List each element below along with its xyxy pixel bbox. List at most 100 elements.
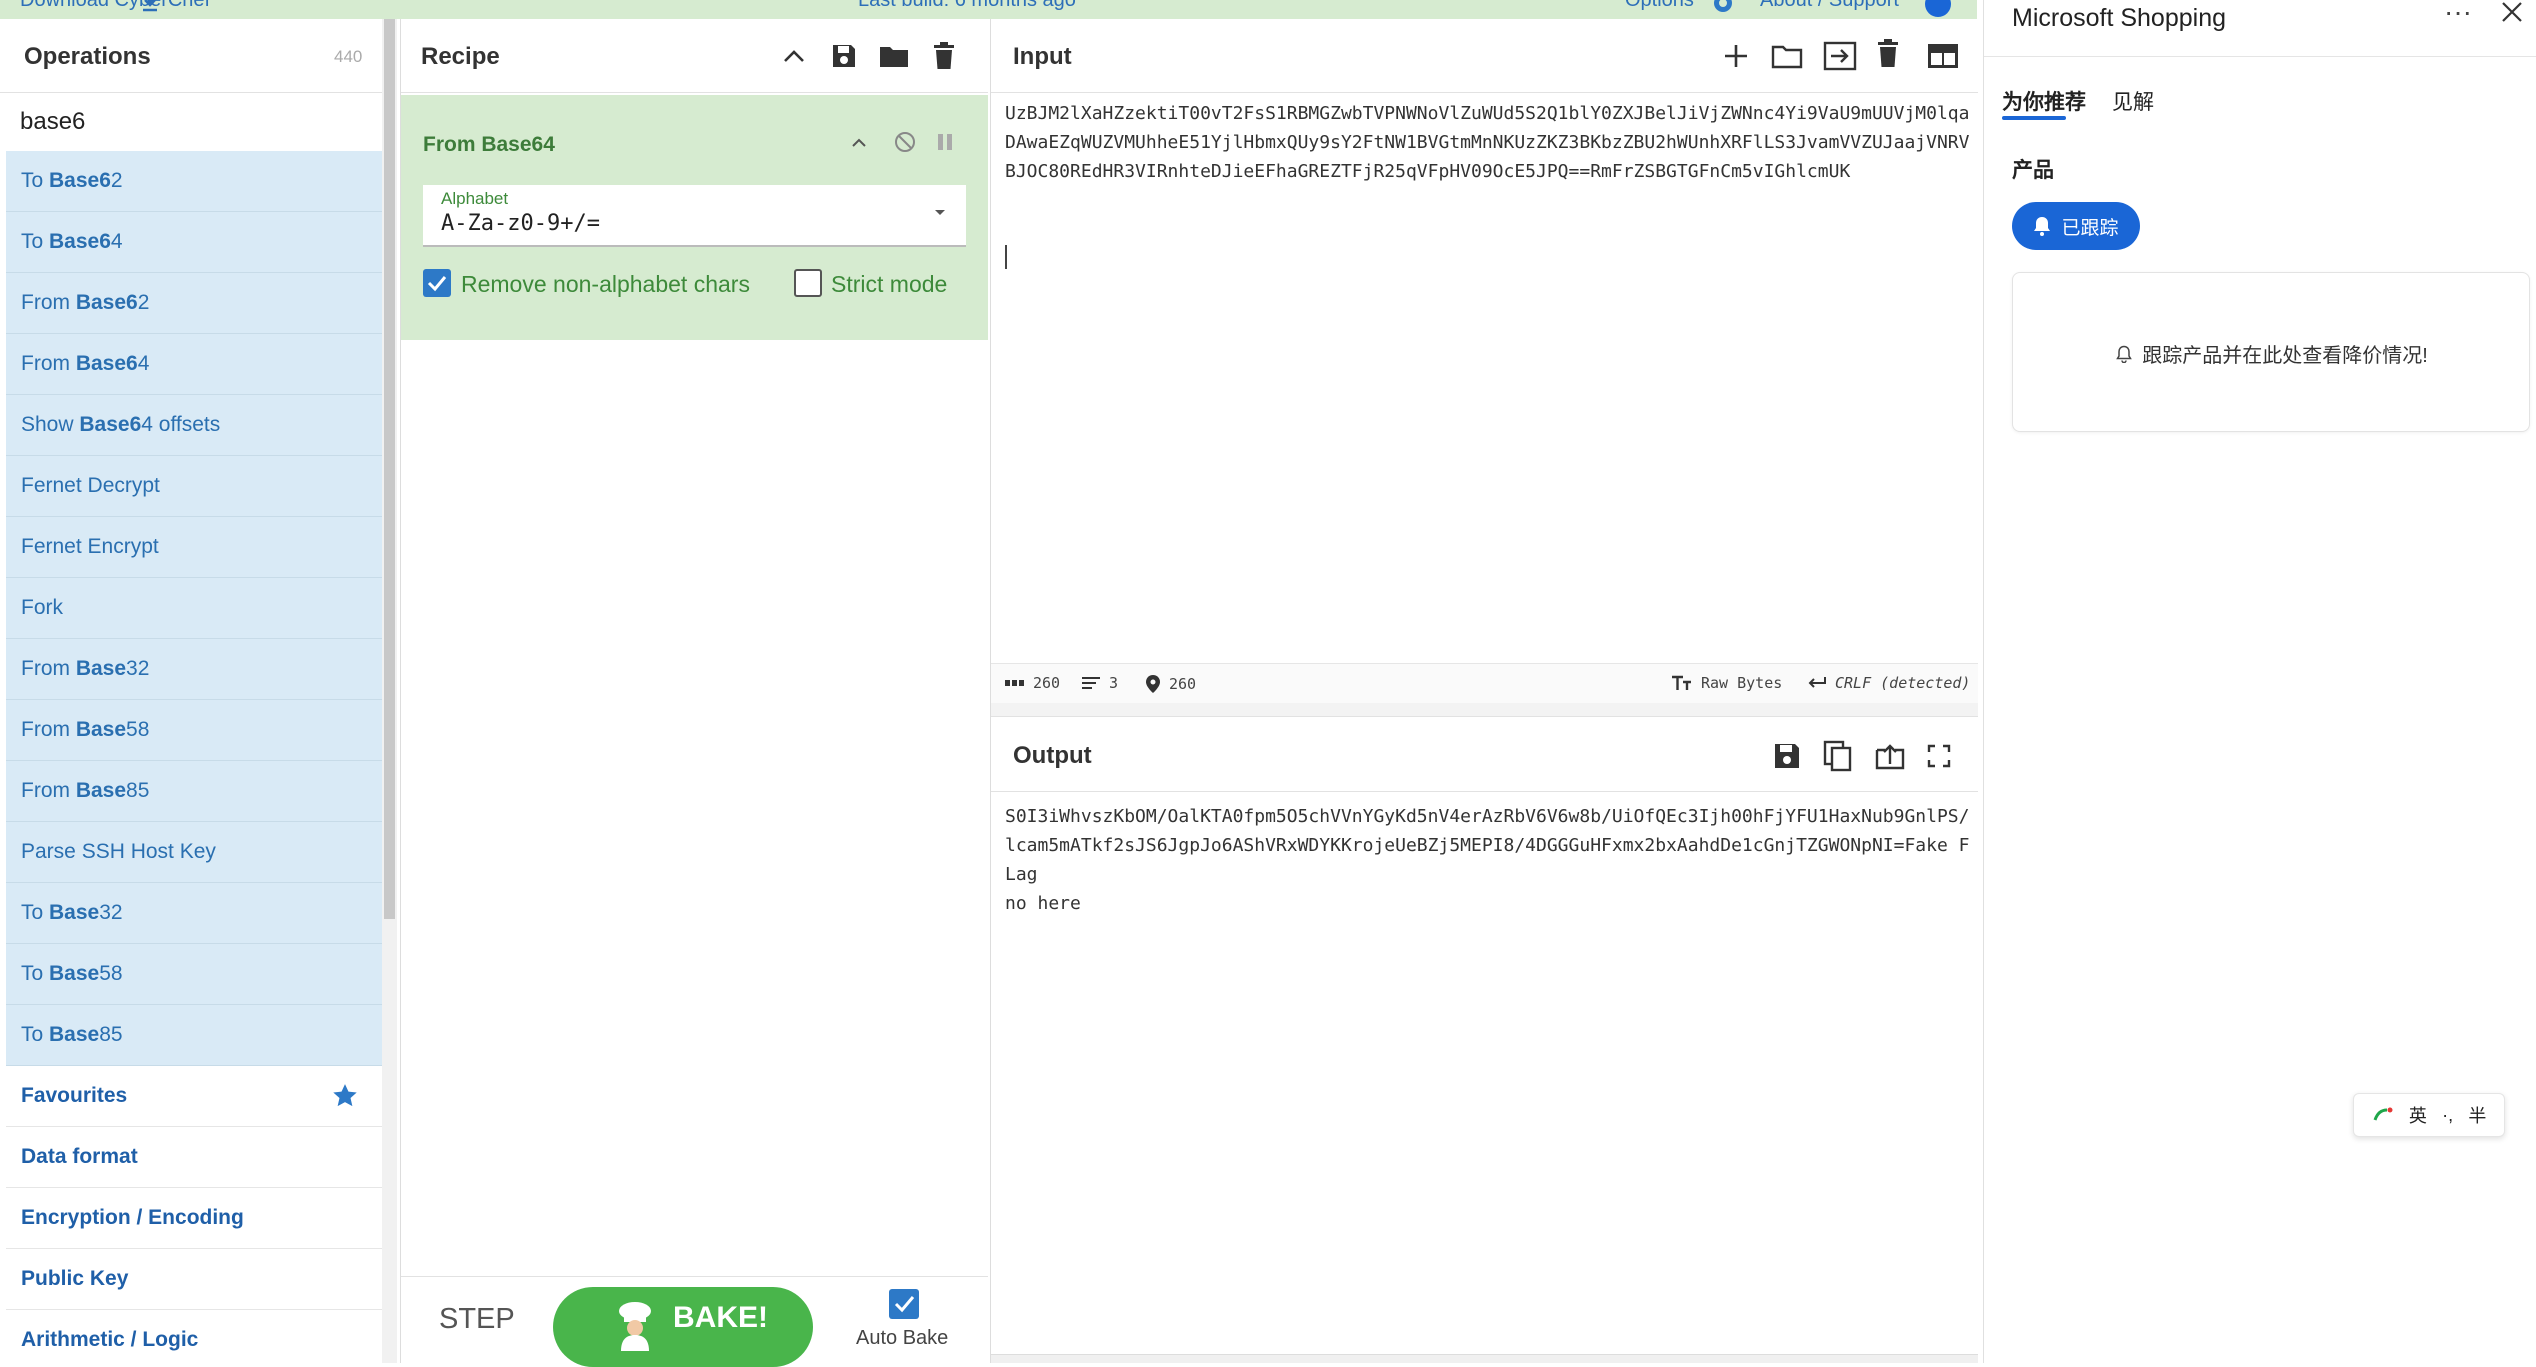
category-item[interactable]: Data format: [6, 1127, 382, 1188]
pause-operation-icon[interactable]: [937, 133, 953, 151]
operation-item[interactable]: To Base58: [6, 944, 382, 1005]
tab-insights[interactable]: 见解: [2112, 86, 2154, 116]
clear-recipe-icon[interactable]: [927, 39, 961, 73]
bake-button[interactable]: BAKE!: [553, 1287, 813, 1367]
alphabet-select[interactable]: Alphabet A-Za-z0-9+/=: [423, 185, 966, 247]
operation-item[interactable]: To Base64: [6, 212, 382, 273]
operation-item[interactable]: Fernet Decrypt: [6, 456, 382, 517]
io-resize-divider[interactable]: [991, 703, 1978, 717]
category-item[interactable]: Encryption / Encoding: [6, 1188, 382, 1249]
operation-item[interactable]: From Base85: [6, 761, 382, 822]
operations-search-input[interactable]: [6, 95, 380, 149]
more-options-button[interactable]: ···: [2444, 0, 2472, 28]
active-tab-indicator: [2002, 116, 2066, 120]
chevron-down-icon[interactable]: [933, 207, 947, 217]
auto-bake-checkbox[interactable]: [889, 1289, 919, 1319]
ime-width[interactable]: 半: [2468, 1102, 2486, 1128]
operation-item[interactable]: To Base62: [6, 151, 382, 212]
eol-indicator[interactable]: CRLF (detected): [1807, 674, 1970, 692]
operation-item-label: From: [21, 718, 76, 741]
ime-logo-icon: [2373, 1107, 2393, 1121]
operation-item[interactable]: To Base32: [6, 883, 382, 944]
chef-icon: [619, 1302, 651, 1351]
operation-item-suffix: 2: [137, 291, 150, 314]
operation-item-label: To: [21, 1023, 50, 1046]
load-recipe-icon[interactable]: [877, 39, 911, 73]
text-cursor: [1005, 245, 1007, 269]
category-item[interactable]: Public Key: [6, 1249, 382, 1310]
strict-mode-checkbox[interactable]: [794, 269, 822, 297]
operation-item-match: Base6: [79, 413, 142, 436]
operation-item-label: From: [21, 779, 76, 802]
ime-toolbar[interactable]: 英 ·, 半: [2353, 1093, 2505, 1137]
operation-item[interactable]: Fernet Encrypt: [6, 517, 382, 578]
replace-input-icon[interactable]: [1875, 742, 1905, 770]
output-textarea[interactable]: S0I3iWhvszKbOM/OalKTA0fpm5O5chVVnYGyKd5n…: [1005, 802, 1970, 918]
operation-item-label: Show: [21, 413, 80, 436]
category-item[interactable]: Favourites: [6, 1066, 382, 1127]
open-folder-icon[interactable]: [1771, 43, 1803, 69]
ime-language[interactable]: 英: [2409, 1102, 2427, 1128]
operation-item-match: Base: [75, 718, 127, 741]
download-link[interactable]: Download CyberChef: [20, 0, 210, 12]
disable-operation-icon[interactable]: [893, 130, 917, 154]
operation-item-match: Base6: [75, 291, 138, 314]
help-icon[interactable]: [1924, 0, 1952, 18]
input-header: Input: [991, 19, 1978, 93]
save-recipe-icon[interactable]: [827, 39, 861, 73]
options-link[interactable]: Options: [1625, 0, 1694, 12]
operation-item[interactable]: From Base62: [6, 273, 382, 334]
bell-icon: [2034, 217, 2051, 236]
operations-panel: Operations 440 To Base62To Base64From Ba…: [0, 19, 397, 1363]
operation-item-match: Base: [75, 779, 127, 802]
close-icon[interactable]: [2500, 0, 2524, 24]
char-count-value: 260: [1033, 674, 1061, 692]
operation-item-suffix: 4: [110, 230, 123, 253]
operation-item-label: To: [21, 169, 50, 192]
save-output-icon[interactable]: [1773, 742, 1801, 770]
copy-output-icon[interactable]: [1823, 740, 1853, 772]
auto-bake-label[interactable]: Auto Bake: [856, 1327, 948, 1350]
maximize-icon[interactable]: [1927, 744, 1951, 768]
input-status-bar: 260 3 260 Raw Bytes CRLF (detected): [991, 663, 1978, 703]
operation-item[interactable]: From Base32: [6, 639, 382, 700]
operation-item-label: Fork: [21, 596, 63, 619]
operation-item[interactable]: From Base58: [6, 700, 382, 761]
track-products-card: 跟踪产品并在此处查看降价情况!: [2012, 272, 2530, 432]
operation-item[interactable]: Show Base64 offsets: [6, 395, 382, 456]
layout-icon[interactable]: [1927, 43, 1959, 69]
remove-nonalpha-label[interactable]: Remove non-alphabet chars: [461, 271, 750, 298]
download-icon[interactable]: [140, 0, 160, 14]
clear-input-icon[interactable]: [1877, 39, 1899, 69]
recipe-operation-card: From Base64 Alphabet A-Za-z0-9+/= Remove…: [401, 95, 988, 340]
operations-scrollbar-thumb[interactable]: [384, 19, 395, 919]
format-indicator[interactable]: Raw Bytes: [1671, 674, 1782, 692]
tracked-button[interactable]: 已跟踪: [2012, 202, 2140, 250]
operation-item[interactable]: From Base64: [6, 334, 382, 395]
operations-result-list: To Base62 To Base64 From Base62 From Base64…: [6, 151, 382, 1066]
operation-item-match: Base: [49, 962, 100, 985]
bake-label: BAKE!: [673, 1301, 768, 1334]
operations-count: 440: [334, 47, 363, 66]
tab-recommend[interactable]: 为你推荐: [2002, 86, 2086, 116]
ime-punctuation[interactable]: ·,: [2442, 1105, 2453, 1126]
tracked-button-label: 已跟踪: [2061, 217, 2119, 239]
operation-item[interactable]: Fork: [6, 578, 382, 639]
operation-item-label: To: [21, 962, 50, 985]
open-file-icon[interactable]: [1823, 41, 1857, 71]
gear-icon[interactable]: [1710, 0, 1736, 16]
step-button[interactable]: STEP: [439, 1303, 515, 1336]
collapse-all-icon[interactable]: [777, 39, 811, 73]
strict-mode-label[interactable]: Strict mode: [831, 271, 947, 298]
recipe-header: Recipe: [401, 19, 988, 93]
collapse-operation-icon[interactable]: [851, 137, 867, 149]
add-tab-icon[interactable]: [1723, 43, 1749, 69]
operations-category-list: Favourites Data format Encryption / Encodi…: [6, 1066, 382, 1363]
operation-item[interactable]: Parse SSH Host Key: [6, 822, 382, 883]
operation-item[interactable]: To Base85: [6, 1005, 382, 1066]
remove-nonalpha-checkbox[interactable]: [423, 269, 451, 297]
category-item[interactable]: Arithmetic / Logic: [6, 1310, 382, 1363]
about-support-link[interactable]: About / Support: [1760, 0, 1899, 12]
input-textarea[interactable]: UzBJM2lXaHZzektiT00vT2FsS1RBMGZwbTVPNWNo…: [1005, 99, 1970, 186]
operation-item-suffix: 32: [99, 901, 123, 924]
